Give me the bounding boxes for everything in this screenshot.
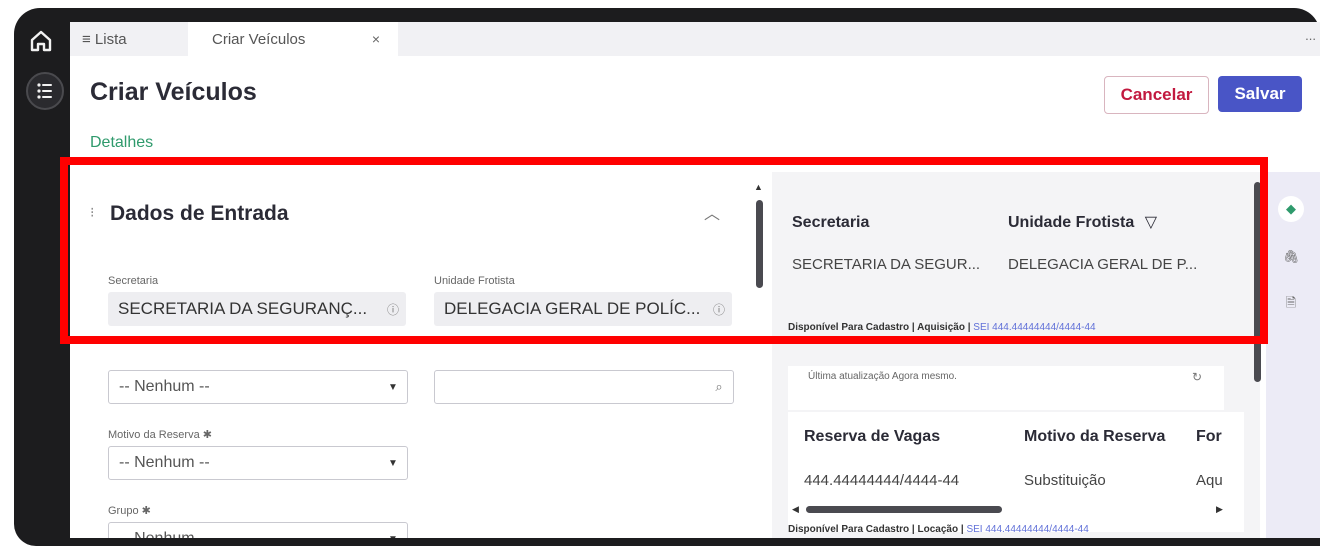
scroll-left-arrow-icon[interactable]: ◀ — [792, 504, 799, 515]
home-icon[interactable] — [28, 28, 54, 54]
motivo-reserva-label: Motivo da Reserva ✱ — [108, 429, 212, 441]
select-value: -- Nenhum -- — [119, 378, 210, 395]
select-value: -- Nenhum -- — [119, 530, 379, 538]
tab-criar-veiculos-label: Criar Veículos — [212, 30, 306, 48]
table-scrollbar-thumb[interactable] — [806, 506, 1002, 513]
cell-motivo-reserva: Substituição — [1024, 472, 1106, 489]
source-aquisicao-label: Disponível Para Cadastro | Aquisição | — [788, 322, 971, 333]
setor-select[interactable]: -- Nenhum -- ▼ — [108, 370, 408, 404]
form-card-dados-entrada: ⁝ Dados de Entrada ︿ Secretaria SECRETAR… — [70, 172, 756, 538]
form-scrollbar-thumb[interactable] — [756, 200, 763, 288]
info-icon[interactable]: ⓘ — [706, 301, 732, 318]
lookup-input[interactable]: ⌕ — [434, 370, 734, 404]
document-icon[interactable]: 🗎 — [1278, 290, 1304, 316]
caret-down-icon: ▼ — [379, 534, 407, 539]
cell-reserva-vagas: 444.44444444/4444-44 — [804, 472, 960, 489]
motivo-reserva-select[interactable]: -- Nenhum -- ▼ — [108, 446, 408, 480]
cell-secretaria: SECRETARIA DA SEGUR... — [792, 256, 981, 273]
app-screen: ≡ Lista Criar Veículos × ... Criar Veícu… — [70, 22, 1320, 538]
grupo-label: Grupo ✱ — [108, 505, 151, 517]
filter-icon[interactable]: ▽ — [1145, 214, 1157, 231]
attachment-icon[interactable]: 🖇 — [1278, 244, 1304, 270]
column-header-unidade: Unidade Frotista ▽ — [1008, 212, 1157, 232]
sei-link-locacao[interactable]: SEI 444.44444444/4444-44 — [966, 524, 1088, 535]
source-locacao: Disponível Para Cadastro | Locação | SEI… — [788, 524, 1089, 535]
tab-lista-label: ≡ Lista — [82, 30, 127, 48]
unidade-frotista-value: DELEGACIA GERAL DE POLÍC... — [444, 299, 701, 318]
cell-unidade: DELEGACIA GERAL DE P... — [1008, 256, 1198, 273]
tab-bar: ≡ Lista Criar Veículos × ... — [70, 22, 1320, 56]
unidade-frotista-field: DELEGACIA GERAL DE POLÍC... ⓘ — [434, 292, 732, 326]
close-icon[interactable]: × — [372, 31, 380, 47]
app-menu-button[interactable] — [26, 72, 64, 110]
grupo-select[interactable]: -- Nenhum -- ▼ — [108, 522, 408, 538]
column-header-forma: For — [1196, 428, 1222, 445]
column-header-reserva-vagas: Reserva de Vagas — [804, 428, 941, 445]
secretaria-value: SECRETARIA DA SEGURANÇ... — [118, 299, 368, 318]
unidade-frotista-label: Unidade Frotista — [434, 275, 515, 287]
info-icon[interactable]: ⓘ — [380, 301, 406, 318]
drag-handle-icon[interactable]: ⁝ — [90, 204, 94, 221]
related-records-panel: Secretaria Unidade Frotista ▽ SECRETARIA… — [772, 172, 1260, 538]
list-menu-icon — [37, 83, 52, 99]
caret-down-icon: ▼ — [388, 381, 398, 393]
sei-link-aquisicao[interactable]: SEI 444.44444444/4444-44 — [973, 322, 1095, 333]
tab-criar-veiculos[interactable]: Criar Veículos × — [188, 22, 398, 56]
section-tab-detalhes[interactable]: Detalhes — [90, 134, 153, 152]
cancel-button[interactable]: Cancelar — [1104, 76, 1209, 114]
secretaria-field: SECRETARIA DA SEGURANÇ... ⓘ — [108, 292, 406, 326]
caret-down-icon: ▼ — [388, 457, 398, 469]
last-update-text: Última atualização Agora mesmo. — [808, 371, 957, 382]
chevron-up-icon[interactable]: ︿ — [704, 200, 720, 224]
column-header-unidade-label: Unidade Frotista — [1008, 214, 1135, 231]
column-header-secretaria: Secretaria — [792, 214, 870, 231]
select-value: -- Nenhum -- — [119, 454, 210, 471]
page-title: Criar Veículos — [90, 78, 257, 106]
tab-lista[interactable]: ≡ Lista — [82, 22, 127, 56]
secretaria-label: Secretaria — [108, 275, 159, 287]
tab-overflow-icon[interactable]: ... — [1305, 28, 1316, 43]
reserva-table-card: Reserva de Vagas Motivo da Reserva For 4… — [788, 412, 1244, 532]
source-locacao-label: Disponível Para Cadastro | Locação | — [788, 524, 964, 535]
cell-forma: Aqu — [1196, 472, 1223, 489]
search-icon[interactable]: ⌕ — [705, 379, 733, 395]
refresh-icon[interactable]: ↻ — [1192, 370, 1202, 384]
update-card: Última atualização Agora mesmo. ↻ — [788, 366, 1224, 410]
column-header-motivo-reserva: Motivo da Reserva — [1024, 428, 1166, 445]
card-title: Dados de Entrada — [110, 202, 289, 225]
scroll-right-arrow-icon[interactable]: ▶ — [1216, 504, 1223, 515]
save-button[interactable]: Salvar — [1218, 76, 1302, 112]
utility-rail: ◆ 🖇 🗎 — [1266, 172, 1320, 538]
scroll-up-arrow-icon[interactable]: ▲ — [754, 182, 763, 192]
source-aquisicao: Disponível Para Cadastro | Aquisição | S… — [788, 322, 1096, 333]
panel-scrollbar-thumb[interactable] — [1254, 182, 1261, 382]
layers-icon[interactable]: ◆ — [1278, 196, 1304, 222]
